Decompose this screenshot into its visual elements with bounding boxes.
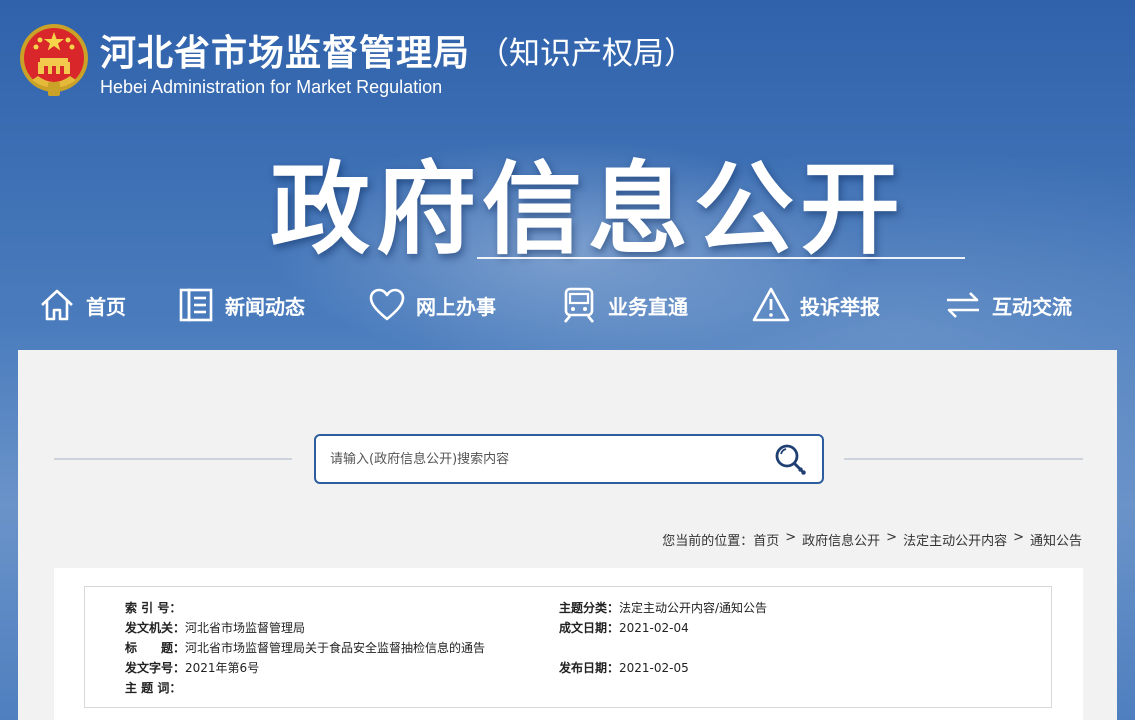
train-icon <box>564 287 594 323</box>
meta-docno-value: 2021年第6号 <box>185 661 260 675</box>
meta-subject: 主 题 词： <box>125 679 181 697</box>
meta-category-key: 主题分类： <box>559 601 620 615</box>
breadcrumb-statutory[interactable]: 法定主动公开内容 <box>903 530 1007 549</box>
meta-issuer: 发文机关：河北省市场监督管理局 <box>125 619 305 637</box>
meta-category-value: 法定主动公开内容/通知公告 <box>619 601 768 615</box>
meta-published: 发布日期：2021-02-05 <box>559 659 689 677</box>
warning-icon <box>752 287 790 322</box>
meta-title: 标 题：河北省市场监督管理局关于食品安全监督抽检信息的通告 <box>125 639 485 657</box>
nav-label-home: 首页 <box>86 294 126 319</box>
breadcrumb-separator: > <box>1013 530 1024 545</box>
nav-label-complaint: 投诉举报 <box>800 294 880 319</box>
header-banner: 河北省市场监督管理局 （知识产权局） Hebei Administration … <box>0 0 1135 720</box>
site-subtitle: （知识产权局） <box>478 36 695 72</box>
meta-created: 成文日期：2021-02-04 <box>559 619 689 637</box>
title-underline <box>477 257 965 259</box>
breadcrumb-gov-info[interactable]: 政府信息公开 <box>802 530 880 549</box>
nav-item-interaction[interactable]: 互动交流 <box>944 284 1072 326</box>
meta-published-key: 发布日期： <box>559 661 620 675</box>
meta-docno: 发文字号：2021年第6号 <box>125 659 259 677</box>
news-icon <box>179 288 213 322</box>
search-divider-left <box>54 458 292 460</box>
breadcrumb-prefix: 您当前的位置： <box>662 534 754 549</box>
nav-item-business[interactable]: 业务直通 <box>560 284 688 326</box>
nav-label-news: 新闻动态 <box>225 294 305 319</box>
breadcrumb-separator: > <box>886 530 898 545</box>
exchange-icon <box>947 292 979 318</box>
meta-created-value: 2021-02-04 <box>619 621 689 635</box>
breadcrumb-notices[interactable]: 通知公告 <box>1030 530 1082 549</box>
search-icon[interactable] <box>772 442 810 478</box>
search-input[interactable] <box>330 446 750 472</box>
breadcrumb-home[interactable]: 首页 <box>753 530 779 549</box>
meta-title-value: 河北省市场监督管理局关于食品安全监督抽检信息的通告 <box>185 641 486 655</box>
meta-category: 主题分类：法定主动公开内容/通知公告 <box>559 599 767 617</box>
breadcrumb: 您当前的位置： 首页 > 政府信息公开 > 法定主动公开内容 > 通知公告 <box>662 530 1082 549</box>
section-title: 政府信息公开 <box>270 151 906 268</box>
nav-label-interaction: 互动交流 <box>992 294 1072 319</box>
meta-published-value: 2021-02-05 <box>619 661 689 675</box>
meta-index-key: 索 引 号： <box>125 601 182 615</box>
heart-icon <box>369 288 405 321</box>
nav-label-business: 业务直通 <box>608 294 688 319</box>
meta-subject-key: 主 题 词： <box>125 681 182 695</box>
meta-issuer-value: 河北省市场监督管理局 <box>185 621 306 635</box>
search-divider-right <box>844 458 1083 460</box>
nav-label-online-service: 网上办事 <box>416 294 496 319</box>
home-icon <box>41 289 73 321</box>
site-title-english: Hebei Administration for Market Regulati… <box>100 77 443 97</box>
content-card: 索 引 号： 发文机关：河北省市场监督管理局 标 题：河北省市场监督管理局关于食… <box>54 568 1083 720</box>
meta-issuer-key: 发文机关： <box>125 621 186 635</box>
nav-item-news[interactable]: 新闻动态 <box>177 284 305 326</box>
nav-item-home[interactable]: 首页 <box>38 284 126 326</box>
nav-item-online-service[interactable]: 网上办事 <box>368 284 496 326</box>
search-bar <box>314 434 824 484</box>
national-emblem-icon <box>20 24 88 96</box>
breadcrumb-separator: > <box>785 530 797 545</box>
meta-index: 索 引 号： <box>125 599 181 617</box>
site-title: 河北省市场监督管理局 <box>100 33 471 74</box>
document-metadata: 索 引 号： 发文机关：河北省市场监督管理局 标 题：河北省市场监督管理局关于食… <box>84 586 1052 708</box>
meta-docno-key: 发文字号： <box>125 661 186 675</box>
meta-title-key: 标 题： <box>125 641 186 655</box>
main-panel: 您当前的位置： 首页 > 政府信息公开 > 法定主动公开内容 > 通知公告 索 … <box>18 350 1117 720</box>
meta-created-key: 成文日期： <box>559 621 620 635</box>
nav-item-complaint[interactable]: 投诉举报 <box>752 284 880 326</box>
